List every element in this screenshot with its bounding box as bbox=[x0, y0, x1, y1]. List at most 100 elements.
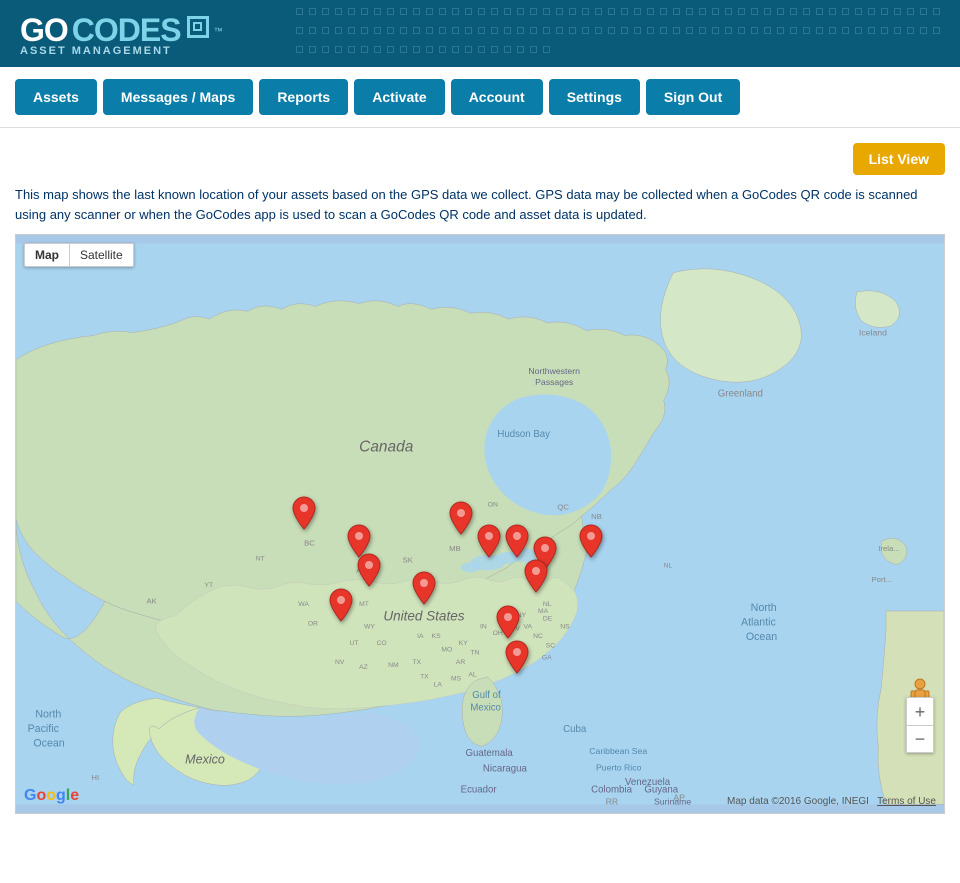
svg-text:Ocean: Ocean bbox=[746, 631, 777, 643]
svg-text:Colombia: Colombia bbox=[591, 785, 632, 796]
svg-text:OR: OR bbox=[308, 621, 318, 628]
nav-messages-maps[interactable]: Messages / Maps bbox=[103, 79, 253, 115]
svg-text:MA: MA bbox=[538, 608, 549, 615]
svg-text:Northwestern: Northwestern bbox=[528, 366, 580, 376]
logo-area: GO CODES ™ ASSET MANAGEMENT bbox=[20, 12, 223, 57]
svg-text:Pacific: Pacific bbox=[28, 723, 60, 735]
nav-reports[interactable]: Reports bbox=[259, 79, 348, 115]
logo-subtitle: ASSET MANAGEMENT bbox=[20, 45, 223, 57]
map-pin-9[interactable] bbox=[577, 523, 605, 564]
svg-text:Greenland: Greenland bbox=[718, 388, 763, 399]
svg-text:Passages: Passages bbox=[535, 377, 574, 387]
svg-text:CO: CO bbox=[377, 640, 387, 647]
svg-text:Mexico: Mexico bbox=[470, 703, 501, 714]
svg-text:NB: NB bbox=[591, 512, 602, 521]
map-attribution: Map data ©2016 Google, INEGI Terms of Us… bbox=[727, 796, 936, 807]
google-logo-g2: g bbox=[56, 787, 66, 804]
header-decoration bbox=[288, 0, 960, 67]
logo-icon-inner bbox=[193, 22, 202, 31]
svg-text:DE: DE bbox=[543, 616, 553, 623]
svg-text:Hudson Bay: Hudson Bay bbox=[497, 429, 550, 440]
svg-text:Canada: Canada bbox=[359, 439, 414, 456]
svg-text:Caribbean Sea: Caribbean Sea bbox=[589, 746, 647, 756]
svg-text:NL: NL bbox=[543, 601, 552, 608]
map-pin-12[interactable] bbox=[503, 639, 531, 680]
svg-text:KS: KS bbox=[432, 633, 442, 640]
nav-settings[interactable]: Settings bbox=[549, 79, 640, 115]
logo-icon bbox=[187, 16, 209, 38]
terms-of-use-link[interactable]: Terms of Use bbox=[877, 796, 936, 807]
map-pin-13[interactable] bbox=[410, 570, 438, 611]
map-type-satellite-button[interactable]: Satellite bbox=[70, 244, 133, 266]
svg-text:NL: NL bbox=[664, 563, 673, 570]
svg-text:NV: NV bbox=[335, 659, 345, 666]
svg-text:MO: MO bbox=[441, 647, 452, 654]
svg-text:RR: RR bbox=[606, 796, 619, 806]
svg-text:Iceland: Iceland bbox=[859, 328, 887, 338]
svg-text:Gulf of: Gulf of bbox=[472, 690, 501, 701]
svg-text:HI: HI bbox=[91, 773, 99, 782]
svg-text:GA: GA bbox=[542, 654, 552, 661]
svg-text:VA: VA bbox=[524, 623, 533, 630]
map-pin-4[interactable] bbox=[327, 587, 355, 628]
svg-text:NT: NT bbox=[256, 556, 265, 563]
logo-tm: ™ bbox=[214, 26, 223, 36]
map-type-control: Map Satellite bbox=[24, 243, 134, 267]
svg-text:Guatemala: Guatemala bbox=[466, 748, 514, 759]
navigation: Assets Messages / Maps Reports Activate … bbox=[0, 67, 960, 128]
svg-text:SC: SC bbox=[546, 643, 556, 650]
list-view-button[interactable]: List View bbox=[853, 143, 945, 175]
svg-text:Irela...: Irela... bbox=[878, 544, 899, 553]
svg-text:MS: MS bbox=[451, 676, 462, 683]
svg-text:Ocean: Ocean bbox=[33, 737, 64, 749]
logo-go: GO bbox=[20, 12, 68, 49]
svg-text:Cuba: Cuba bbox=[563, 724, 587, 735]
svg-text:WA: WA bbox=[298, 601, 309, 608]
nav-sign-out[interactable]: Sign Out bbox=[646, 79, 740, 115]
svg-text:Puerto Rico: Puerto Rico bbox=[596, 763, 642, 773]
map-container[interactable]: North Atlantic Ocean North Pacific Ocean… bbox=[15, 234, 945, 814]
map-pin-5[interactable] bbox=[447, 500, 475, 541]
list-view-row: List View bbox=[15, 143, 945, 175]
nav-activate[interactable]: Activate bbox=[354, 79, 444, 115]
logo-text: GO CODES ™ bbox=[20, 12, 223, 49]
svg-text:North: North bbox=[751, 602, 777, 614]
svg-text:MB: MB bbox=[449, 544, 461, 553]
google-logo-o1: o bbox=[36, 787, 46, 804]
nav-assets[interactable]: Assets bbox=[15, 79, 97, 115]
main-content: List View This map shows the last known … bbox=[0, 128, 960, 814]
map-data-text: Map data ©2016 Google, INEGI bbox=[727, 796, 869, 807]
svg-text:KY: KY bbox=[459, 640, 469, 647]
svg-text:AR: AR bbox=[456, 659, 466, 666]
svg-text:SK: SK bbox=[403, 556, 414, 565]
svg-text:Mexico: Mexico bbox=[185, 753, 225, 767]
map-info-text: This map shows the last known location o… bbox=[15, 185, 945, 224]
svg-text:Atlantic: Atlantic bbox=[741, 617, 777, 629]
zoom-controls: + − bbox=[906, 697, 934, 753]
svg-text:AP: AP bbox=[673, 792, 685, 802]
svg-text:QC: QC bbox=[557, 503, 569, 512]
svg-text:YT: YT bbox=[205, 582, 214, 589]
google-logo-e: e bbox=[70, 787, 79, 804]
svg-text:AZ: AZ bbox=[359, 664, 368, 671]
map-type-map-button[interactable]: Map bbox=[25, 244, 69, 266]
zoom-out-button[interactable]: − bbox=[906, 725, 934, 753]
svg-text:TN: TN bbox=[470, 650, 479, 657]
svg-text:NM: NM bbox=[388, 662, 399, 669]
svg-text:AL: AL bbox=[468, 672, 477, 679]
map-pin-3[interactable] bbox=[355, 552, 383, 593]
nav-account[interactable]: Account bbox=[451, 79, 543, 115]
zoom-in-button[interactable]: + bbox=[906, 697, 934, 725]
svg-text:TX: TX bbox=[420, 674, 429, 681]
map-pin-6[interactable] bbox=[475, 523, 503, 564]
svg-text:WY: WY bbox=[364, 623, 375, 630]
svg-text:BC: BC bbox=[304, 538, 315, 547]
map-pin-10[interactable] bbox=[522, 558, 550, 599]
svg-text:North: North bbox=[35, 708, 61, 720]
map-pin-1[interactable] bbox=[290, 495, 318, 536]
svg-text:Nicaragua: Nicaragua bbox=[483, 763, 528, 774]
svg-text:IN: IN bbox=[480, 623, 487, 630]
google-logo-g: G bbox=[24, 787, 36, 804]
header: GO CODES ™ ASSET MANAGEMENT bbox=[0, 0, 960, 67]
svg-text:Port...: Port... bbox=[872, 575, 893, 584]
